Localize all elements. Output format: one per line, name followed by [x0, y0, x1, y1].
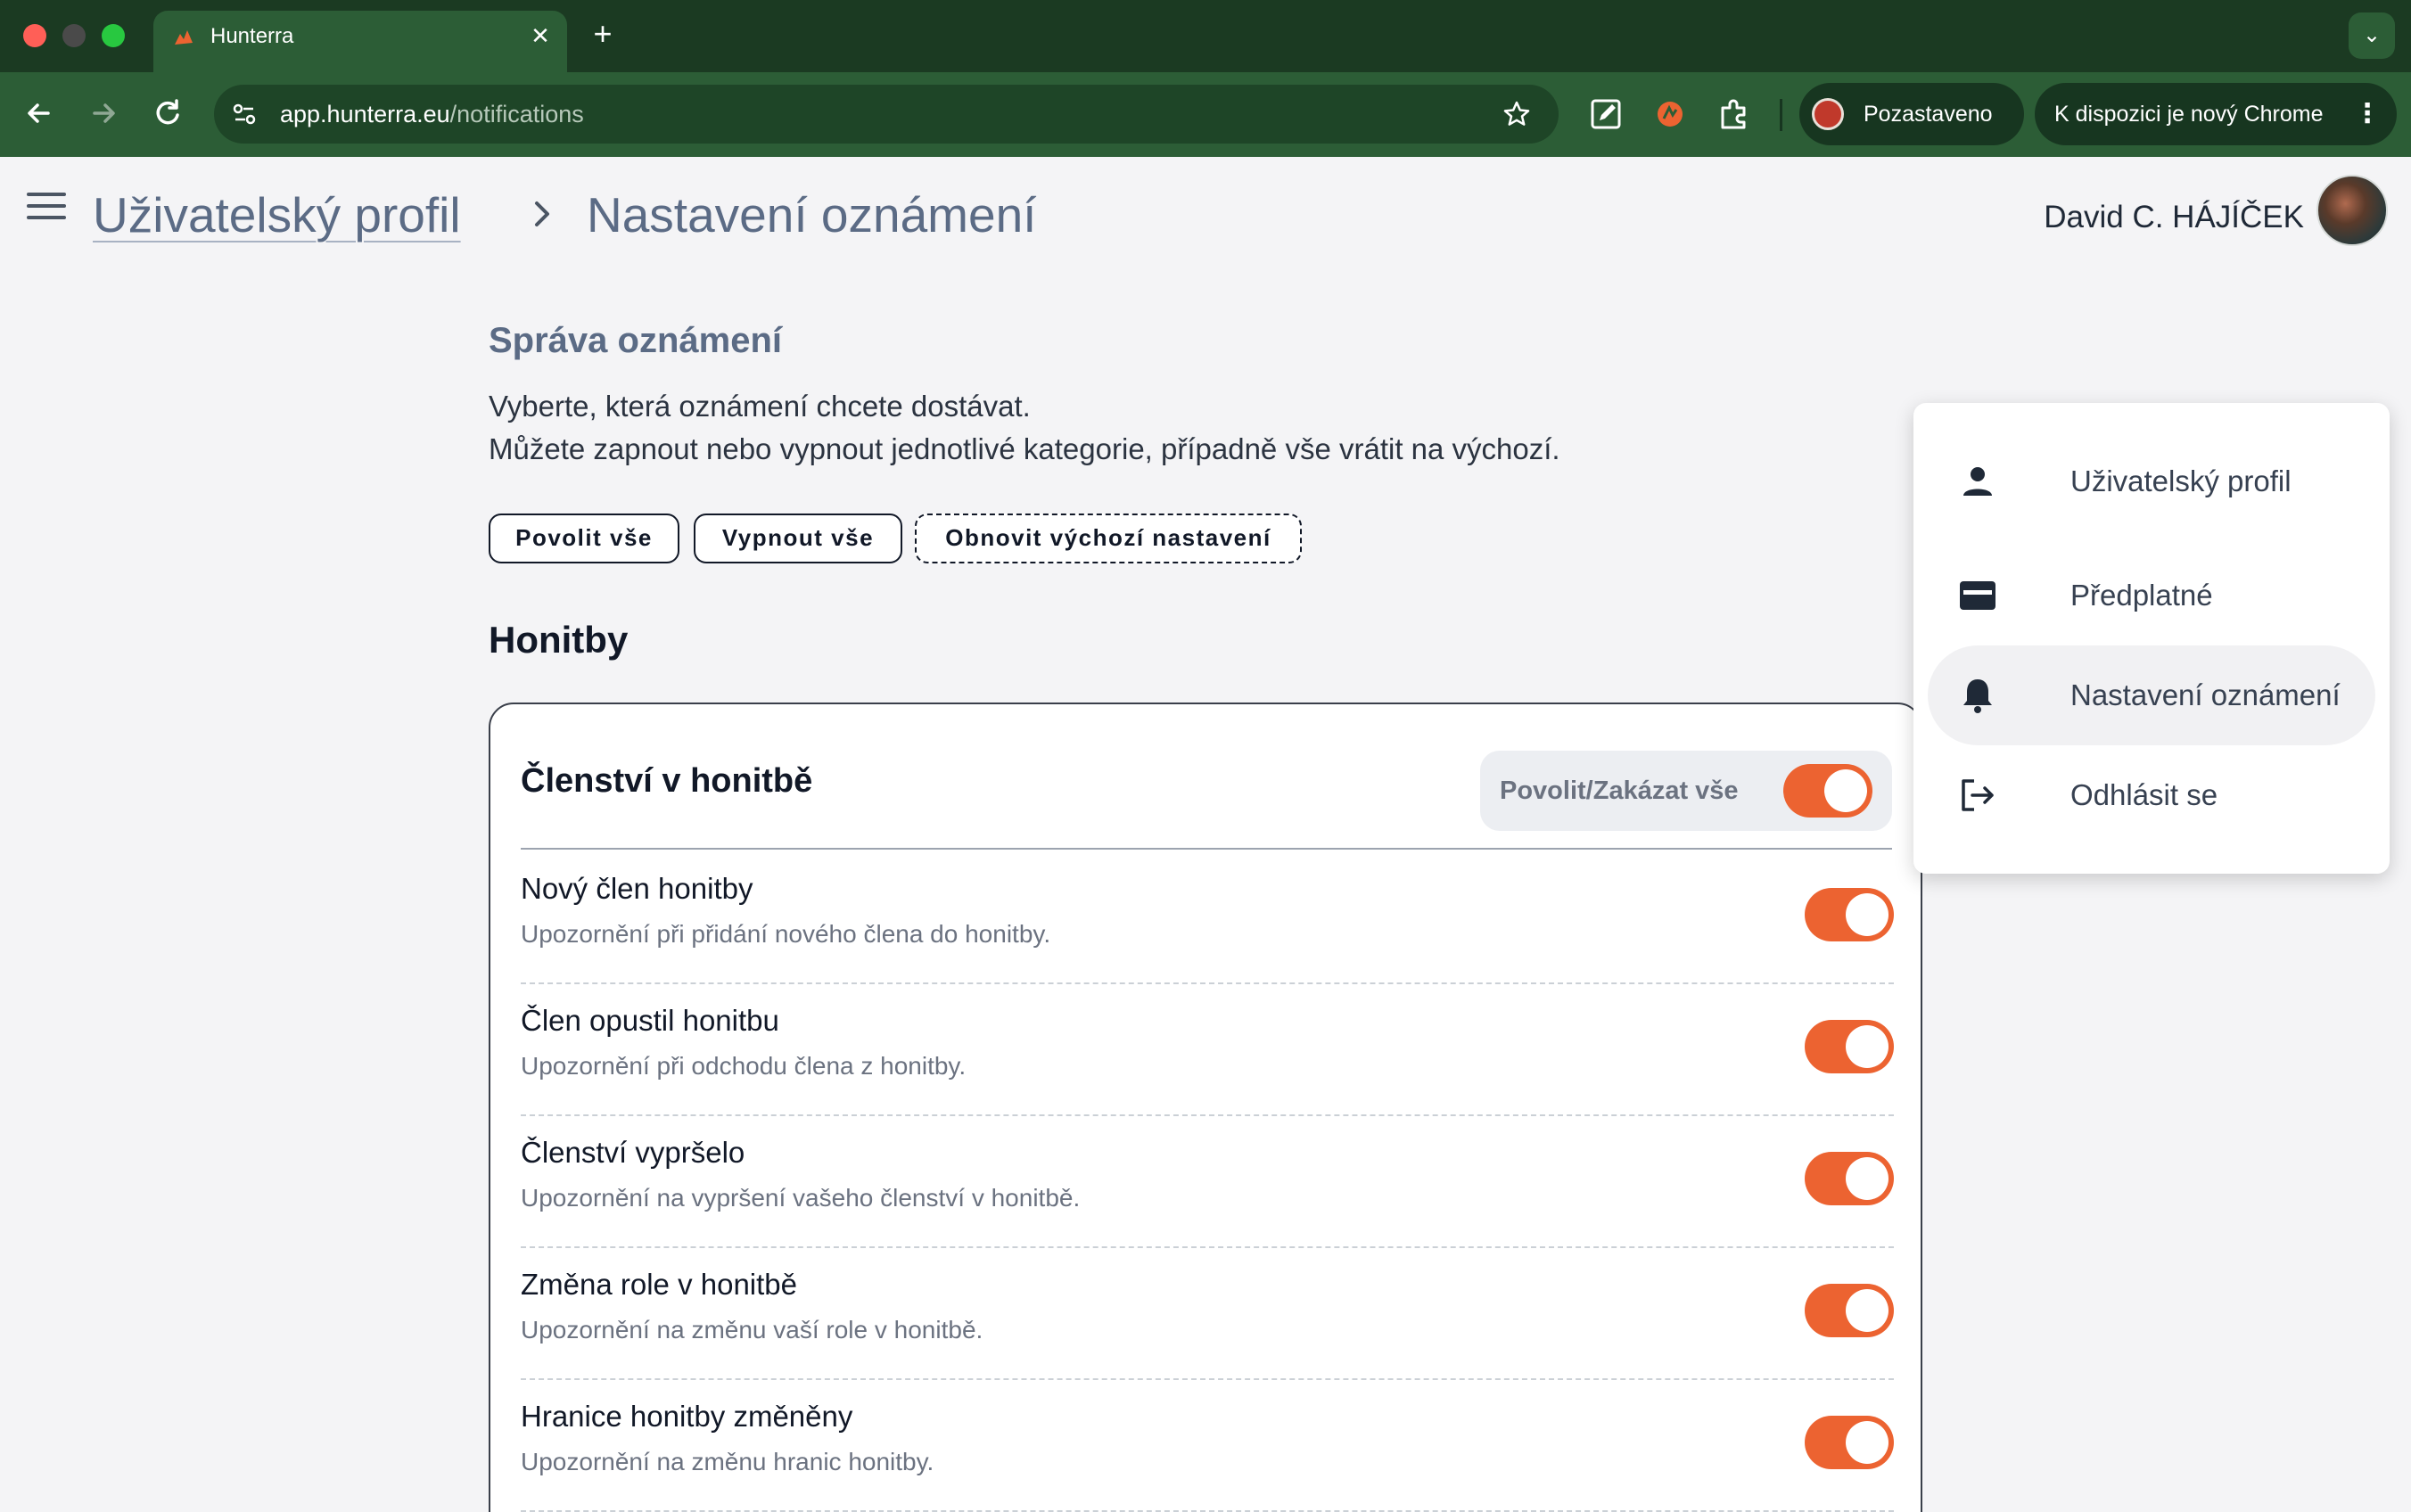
hunterra-extension-icon[interactable] — [1651, 95, 1689, 133]
tab-title: Hunterra — [210, 24, 294, 48]
tab-search-button[interactable]: ⌄ — [2349, 12, 2395, 59]
enable-all-button[interactable]: Povolit vše — [489, 514, 679, 563]
description-line-2: Můžete zapnout nebo vypnout jednotlivé k… — [489, 432, 1560, 465]
section-title: Správa oznámení — [489, 321, 783, 360]
notification-row: Nový člen honitby Upozornění při přidání… — [521, 852, 1894, 984]
notification-row: Hranice honitby změněny Upozornění na zm… — [521, 1380, 1894, 1512]
minimize-window-button[interactable] — [62, 24, 86, 47]
hunterra-logo-icon — [175, 30, 193, 45]
notification-toggle-switch[interactable] — [1805, 1416, 1894, 1469]
notification-subtitle: Upozornění při odchodu člena z honitby. — [521, 1052, 967, 1080]
notifications-settings: Správa oznámení Vyberte, která oznámení … — [489, 316, 1915, 661]
app-root: Uživatelský profil Nastavení oznámení Da… — [0, 157, 2411, 1512]
card-title: Členství v honitbě — [521, 762, 813, 800]
notification-title: Hranice honitby změněny — [521, 1400, 853, 1433]
new-tab-button[interactable]: + — [585, 16, 621, 52]
reset-defaults-button[interactable]: Obnovit výchozí nastavení — [915, 514, 1302, 563]
profile-button[interactable]: Pozastaveno — [1799, 83, 2024, 145]
person-icon — [1963, 467, 1992, 496]
tab-close-icon[interactable]: ✕ — [526, 21, 555, 50]
menu-item-label: Nastavení oznámení — [2070, 678, 2341, 711]
address-bar[interactable]: app.hunterra.eu/notifications — [214, 85, 1559, 144]
card-icon — [1960, 581, 1995, 610]
menu-item-label: Uživatelský profil — [2070, 464, 2292, 497]
notification-row: Členství vypršelo Upozornění na vypršení… — [521, 1116, 1894, 1248]
user-dropdown-menu: Uživatelský profil Předplatné Nastavení … — [1913, 403, 2390, 874]
back-icon[interactable] — [18, 92, 61, 135]
menu-item-logout[interactable]: Odhlásit se — [1928, 745, 2375, 845]
notification-title: Nový člen honitby — [521, 872, 753, 905]
section-description: Vyberte, která oznámení chcete dostávat.… — [489, 385, 1915, 471]
group-title: Honitby — [489, 619, 629, 661]
chrome-menu-icon[interactable]: ⋮ — [2354, 83, 2381, 145]
user-name[interactable]: David C. HÁJÍČEK — [2044, 193, 2304, 242]
extensions-puzzle-icon[interactable] — [1716, 95, 1753, 133]
chevron-right-icon — [535, 201, 549, 226]
forward-icon[interactable] — [82, 92, 125, 135]
notification-title: Člen opustil honitbu — [521, 1004, 779, 1037]
notification-title: Členství vypršelo — [521, 1136, 745, 1169]
notification-toggle-switch[interactable] — [1805, 1152, 1894, 1205]
description-line-1: Vyberte, která oznámení chcete dostávat. — [489, 390, 1031, 423]
chrome-update-button[interactable]: K dispozici je nový Chrome ⋮ — [2035, 83, 2397, 145]
menu-item-user-profile[interactable]: Uživatelský profil — [1928, 431, 2375, 531]
breadcrumb-user-profile[interactable]: Uživatelský profil — [93, 184, 461, 246]
menu-item-notification-settings[interactable]: Nastavení oznámení — [1928, 645, 2375, 745]
notification-toggle-switch[interactable] — [1805, 1284, 1894, 1337]
disable-all-button[interactable]: Vypnout vše — [694, 514, 902, 563]
url-text: app.hunterra.eu/notifications — [280, 101, 584, 127]
edit-extension-icon[interactable] — [1587, 95, 1625, 133]
profile-avatar-icon — [1812, 98, 1844, 130]
bell-icon — [1963, 679, 1992, 713]
logout-icon — [1962, 779, 1994, 811]
notification-subtitle: Upozornění na změnu hranic honitby. — [521, 1448, 934, 1475]
browser-tab-bar: Hunterra ✕ + ⌄ — [0, 0, 2411, 72]
browser-toolbar: app.hunterra.eu/notifications Pozastaven… — [0, 72, 2411, 157]
notification-toggle-switch[interactable] — [1805, 1020, 1894, 1073]
close-window-button[interactable] — [23, 24, 46, 47]
chrome-update-label: K dispozici je nový Chrome — [2054, 102, 2324, 127]
browser-tab[interactable]: Hunterra ✕ — [153, 11, 567, 72]
notification-subtitle: Upozornění na vypršení vašeho členství v… — [521, 1184, 1081, 1212]
profile-status-label: Pozastaveno — [1864, 102, 1993, 127]
toolbar-separator — [1780, 99, 1782, 131]
master-toggle-switch[interactable] — [1783, 764, 1872, 818]
menu-item-label: Odhlásit se — [2070, 778, 2218, 811]
membership-card: Členství v honitbě Povolit/Zakázat vše N… — [489, 703, 1922, 1512]
notification-row: Změna role v honitbě Upozornění na změnu… — [521, 1248, 1894, 1380]
notification-subtitle: Upozornění při přidání nového člena do h… — [521, 920, 1051, 948]
notification-subtitle: Upozornění na změnu vaší role v honitbě. — [521, 1316, 983, 1344]
maximize-window-button[interactable] — [102, 24, 125, 47]
site-settings-icon[interactable] — [228, 98, 260, 130]
bookmark-star-icon[interactable] — [1502, 99, 1532, 129]
menu-item-subscription[interactable]: Předplatné — [1928, 546, 2375, 645]
breadcrumb-current-page: Nastavení oznámení — [587, 187, 1037, 242]
menu-item-label: Předplatné — [2070, 579, 2213, 612]
notification-title: Změna role v honitbě — [521, 1268, 798, 1301]
notification-row: Člen opustil honitbu Upozornění při odch… — [521, 984, 1894, 1116]
master-toggle-container: Povolit/Zakázat vše — [1480, 751, 1892, 831]
user-avatar[interactable] — [2316, 175, 2388, 246]
notification-toggle-switch[interactable] — [1805, 888, 1894, 941]
master-toggle-label: Povolit/Zakázat vše — [1500, 777, 1739, 805]
card-divider — [521, 848, 1892, 850]
reload-icon[interactable] — [146, 92, 189, 135]
menu-hamburger-icon[interactable] — [27, 193, 66, 225]
